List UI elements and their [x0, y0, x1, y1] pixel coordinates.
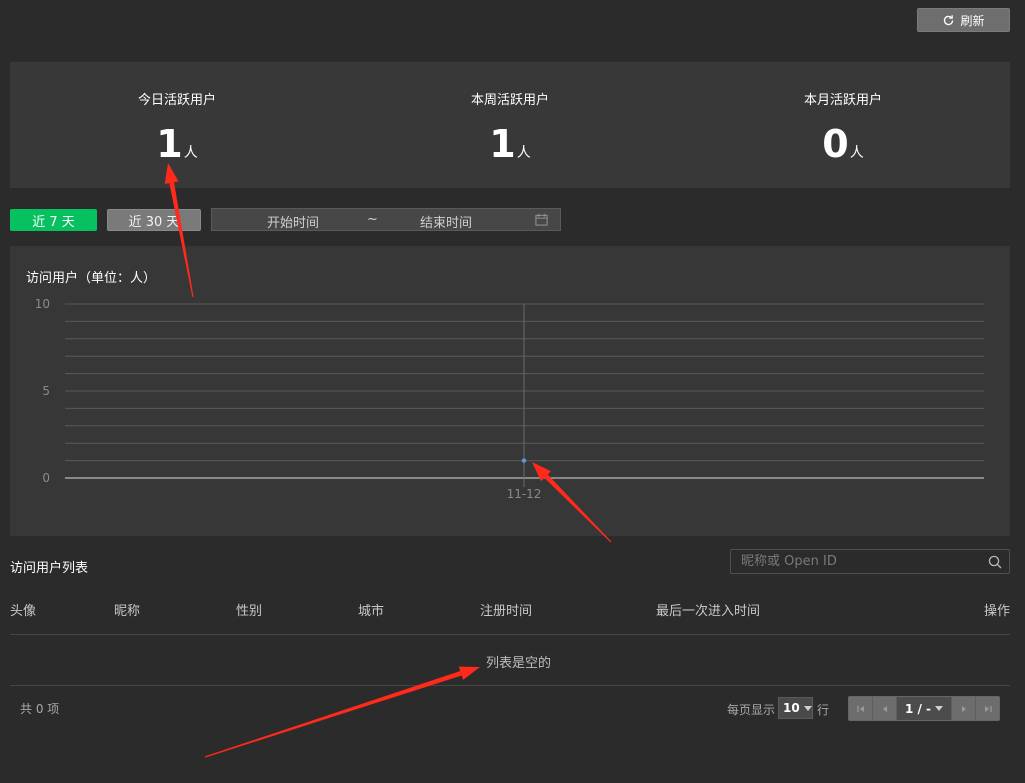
table-footer-divider	[10, 685, 1010, 686]
stat-week-unit: 人	[516, 145, 531, 161]
search-box[interactable]	[730, 549, 1010, 574]
prev-page-icon	[882, 705, 887, 712]
stat-today-number: 1	[156, 122, 183, 166]
next-page-button[interactable]	[951, 697, 975, 720]
refresh-label: 刷新	[960, 13, 985, 28]
date-separator: ~	[367, 212, 378, 227]
stat-today: 今日活跃用户 1人	[10, 62, 344, 188]
last-30-days-button[interactable]: 近 30 天	[107, 209, 201, 231]
end-date-field[interactable]: 结束时间	[420, 212, 472, 231]
prev-page-button[interactable]	[873, 697, 897, 720]
first-page-button[interactable]	[849, 697, 873, 720]
stat-week-number: 1	[489, 122, 516, 166]
pagination: 1 / -	[848, 696, 1000, 721]
y-tick-label: 5	[42, 384, 50, 398]
annotation-arrow-empty-list-shaft	[204, 670, 462, 758]
next-page-icon	[961, 705, 966, 712]
data-point	[521, 458, 527, 463]
per-page-label: 每页显示	[727, 703, 776, 717]
stat-today-label: 今日活跃用户	[137, 93, 216, 108]
column-city: 城市	[358, 604, 385, 619]
stat-month-number: 0	[822, 122, 849, 166]
line-chart: 0 5 10 11-12	[35, 297, 984, 501]
column-avatar: 头像	[10, 604, 37, 619]
x-tick-label: 11-12	[507, 487, 542, 501]
empty-list-message: 列表是空的	[485, 656, 551, 671]
y-tick-label: 10	[35, 297, 50, 311]
start-date-field[interactable]: 开始时间	[267, 212, 319, 231]
column-register-time: 注册时间	[480, 604, 533, 619]
stat-month-label: 本月活跃用户	[803, 93, 882, 108]
column-last-visit-time: 最后一次进入时间	[656, 604, 761, 619]
table-header-divider	[10, 634, 1010, 635]
refresh-icon	[944, 14, 954, 25]
refresh-button[interactable]: 刷新	[917, 8, 1010, 32]
column-gender: 性别	[236, 604, 263, 619]
per-page-select[interactable]: 10	[778, 697, 813, 719]
page-select[interactable]: 1 / -	[897, 697, 951, 720]
stat-week: 本周活跃用户 1人	[343, 62, 677, 188]
stat-month-unit: 人	[849, 145, 864, 161]
column-actions: 操作	[984, 604, 1011, 619]
search-icon[interactable]	[988, 555, 1002, 569]
stat-today-unit: 人	[183, 145, 198, 161]
date-range-picker[interactable]: 开始时间 ~ 结束时间	[211, 208, 561, 231]
last-page-icon	[984, 705, 992, 712]
stats-panel: 今日活跃用户 1人 本周活跃用户 1人 本月活跃用户 0人	[10, 62, 1010, 188]
chart-panel: 访问用户（单位：人） 0 5 10 11-12	[10, 246, 1010, 536]
last-page-button[interactable]	[975, 697, 999, 720]
column-nickname: 昵称	[114, 604, 141, 619]
search-input[interactable]	[731, 550, 981, 573]
stat-today-value: 1人	[10, 122, 344, 175]
total-count: 共 0 项	[20, 702, 60, 716]
last-7-days-button[interactable]: 近 7 天	[10, 209, 97, 231]
list-title: 访问用户列表	[10, 561, 89, 576]
y-tick-label: 0	[42, 471, 50, 485]
stat-week-label: 本周活跃用户	[470, 93, 549, 108]
page-indicator: 1 / -	[904, 701, 932, 716]
chevron-down-icon	[935, 706, 944, 711]
first-page-icon	[856, 705, 864, 712]
stat-week-value: 1人	[343, 122, 677, 175]
per-page-suffix: 行	[817, 703, 830, 717]
calendar-icon[interactable]	[535, 213, 548, 226]
per-page-value: 10	[783, 701, 800, 715]
stat-month-value: 0人	[676, 122, 1010, 175]
stat-month: 本月活跃用户 0人	[676, 62, 1010, 188]
chevron-down-icon	[803, 705, 812, 711]
